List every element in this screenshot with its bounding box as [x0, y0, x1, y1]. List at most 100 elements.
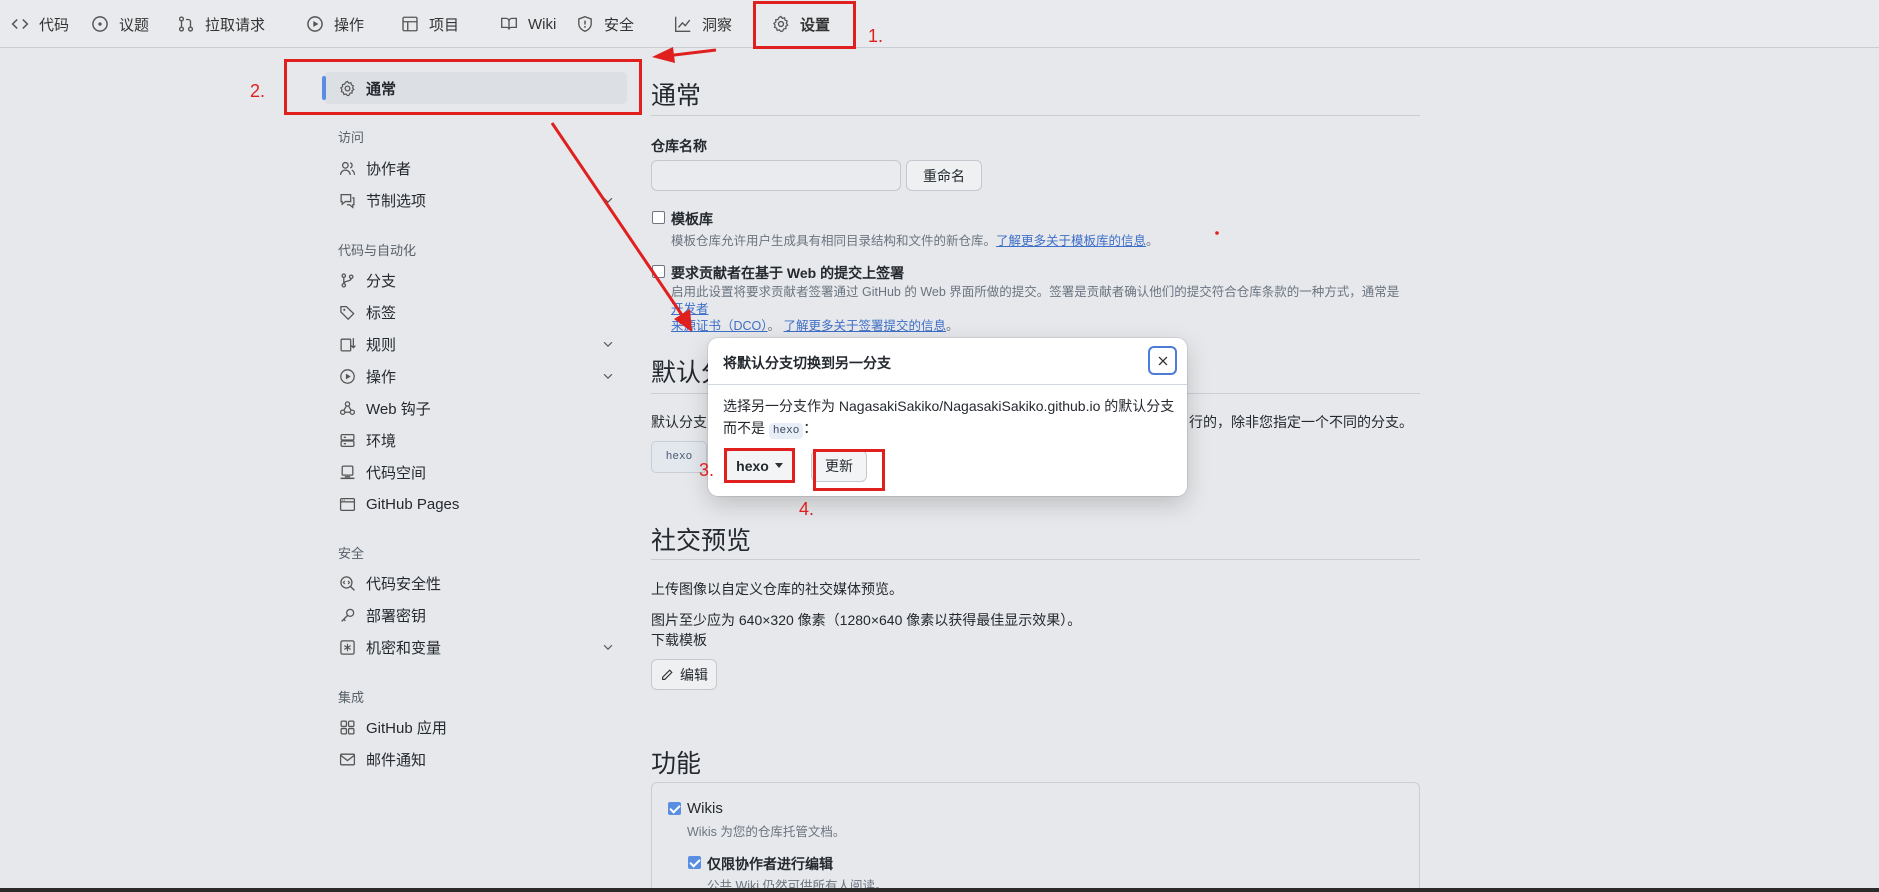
wikis-desc: Wikis 为您的仓库托管文档。 [687, 825, 846, 839]
tab-insights[interactable]: 洞察 [674, 0, 732, 48]
signoff-learn-more-link[interactable]: 了解更多关于签署提交的信息 [784, 319, 947, 333]
sidebar-item-secrets[interactable]: 机密和变量 [323, 631, 627, 663]
annotation-dot [1215, 231, 1219, 235]
page-title: 通常 [651, 82, 702, 110]
tab-issues-label: 议题 [119, 16, 150, 34]
codescan-icon [340, 575, 355, 591]
sidebar-item-label: 机密和变量 [366, 639, 442, 657]
repo-name-label: 仓库名称 [651, 138, 707, 154]
sidebar-item-tags[interactable]: 标签 [323, 296, 627, 328]
wikis-checkbox[interactable] [668, 802, 681, 815]
key-icon [341, 608, 355, 622]
signoff-desc-text: 启用此设置将要求贡献者签署通过 GitHub 的 Web 界面所做的提交。签署是… [671, 285, 1400, 299]
template-desc-text: 模板仓库允许用户生成具有相同目录结构和文件的新仓库。 [671, 234, 997, 248]
tab-code[interactable]: 代码 [11, 0, 69, 48]
sidebar-item-moderation[interactable]: 节制选项 [323, 184, 627, 216]
edit-button[interactable]: 编辑 [651, 659, 717, 690]
tab-issues[interactable]: 议题 [91, 0, 149, 48]
sidebar-item-email-notifications[interactable]: 邮件通知 [323, 743, 627, 775]
divider [651, 115, 1420, 116]
webhook-icon [339, 400, 356, 415]
signoff-sep: 。 [767, 319, 781, 333]
codespaces-icon [340, 464, 355, 479]
tab-actions[interactable]: 操作 [306, 0, 364, 48]
annotation-label-3: 3. [699, 460, 715, 480]
tab-projects-label: 项目 [429, 16, 460, 34]
sidebar-item-pages[interactable]: GitHub Pages [323, 488, 627, 520]
signoff-desc-tail: 。 [946, 319, 959, 333]
people-icon [339, 161, 356, 175]
tab-wiki[interactable]: Wiki [500, 0, 556, 48]
sidebar-item-actions[interactable]: 操作 [323, 360, 627, 392]
rename-button[interactable]: 重命名 [906, 160, 982, 191]
sidebar-item-collaborators[interactable]: 协作者 [323, 152, 627, 184]
sidebar-item-label: GitHub 应用 [366, 719, 447, 737]
annotation-box-1 [753, 1, 856, 49]
template-label: 模板库 [671, 211, 713, 227]
tab-pull-requests-label: 拉取请求 [205, 16, 266, 34]
sidebar-item-label: 代码安全性 [366, 575, 442, 593]
download-template-link[interactable]: 下载模板 [651, 630, 707, 650]
tab-projects[interactable]: 项目 [401, 0, 459, 48]
close-button[interactable] [1148, 346, 1177, 375]
annotation-label-2: 2. [250, 81, 266, 101]
sidebar-item-label: 部署密钥 [366, 607, 427, 625]
repo-name-input[interactable] [651, 160, 901, 191]
template-checkbox[interactable] [652, 211, 665, 224]
sidebar-item-webhooks[interactable]: Web 钩子 [323, 392, 627, 424]
restrict-editing-checkbox[interactable] [688, 856, 701, 869]
close-icon [1158, 356, 1167, 365]
annotation-box-3 [724, 448, 795, 483]
branch-icon [341, 272, 354, 288]
signoff-checkbox[interactable] [652, 265, 665, 278]
apps-icon [340, 719, 355, 735]
issue-icon [92, 16, 108, 32]
sidebar-item-label: Web 钩子 [366, 400, 431, 418]
tab-pull-requests[interactable]: 拉取请求 [177, 0, 265, 48]
comment-icon [340, 193, 355, 209]
play-icon [307, 16, 323, 32]
template-desc: 模板仓库允许用户生成具有相同目录结构和文件的新仓库。了解更多关于模板库的信息。 [671, 230, 1159, 249]
graph-icon [675, 16, 691, 32]
chevron-down-icon[interactable] [601, 369, 615, 383]
wikis-label: Wikis [687, 800, 723, 817]
dialog-body-end: ： [803, 420, 818, 436]
dco-link[interactable]: 开发者 [671, 302, 709, 316]
dialog-divider [708, 384, 1187, 385]
chevron-down-icon[interactable] [601, 337, 615, 351]
repo-nav: 代码 议题 拉取请求 操作 项目 Wiki 安全 洞察 设置 [0, 0, 1879, 48]
sidebar-item-deploy-keys[interactable]: 部署密钥 [323, 599, 627, 631]
sidebar-item-rules[interactable]: 规则 [323, 328, 627, 360]
signoff-label: 要求贡献者在基于 Web 的提交上签署 [671, 265, 905, 281]
chevron-down-icon[interactable] [601, 640, 615, 654]
annotation-label-4: 4. [799, 499, 815, 519]
dialog-body: 选择另一分支作为 NagasakiSakiko/NagasakiSakiko.g… [723, 395, 1178, 439]
social-preview-title: 社交预览 [651, 527, 752, 555]
dco-link-cont[interactable]: 来源证书（DCO） [671, 319, 768, 333]
sidebar-item-github-apps[interactable]: GitHub 应用 [323, 711, 627, 743]
sidebar-item-branches[interactable]: 分支 [323, 264, 627, 296]
signoff-desc: 启用此设置将要求贡献者签署通过 GitHub 的 Web 界面所做的提交。签署是… [671, 284, 1411, 335]
annotation-arrow-1 [665, 48, 717, 58]
sidebar-item-codespaces[interactable]: 代码空间 [323, 456, 627, 488]
tag-icon [340, 305, 355, 320]
tab-actions-label: 操作 [334, 16, 365, 34]
edit-button-label: 编辑 [680, 666, 708, 683]
annotation-arrowhead-1 [652, 47, 675, 63]
sidebar-heading-access: 访问 [338, 130, 365, 145]
asterisk-icon [340, 639, 355, 655]
sidebar-item-code-security[interactable]: 代码安全性 [323, 567, 627, 599]
tab-code-label: 代码 [39, 16, 70, 34]
sidebar-item-label: GitHub Pages [366, 495, 460, 513]
sidebar-item-label: 节制选项 [366, 192, 427, 210]
default-branch-desc-end: 行的，除非您指定一个不同的分支。 [1189, 414, 1413, 430]
tab-security[interactable]: 安全 [576, 0, 634, 48]
sidebar-heading-integrations: 集成 [338, 690, 365, 705]
server-icon [340, 433, 355, 447]
sidebar-item-label: 标签 [366, 304, 397, 322]
template-learn-more-link[interactable]: 了解更多关于模板库的信息 [996, 234, 1146, 248]
sidebar-item-environments[interactable]: 环境 [323, 424, 627, 456]
sidebar-item-label: 环境 [366, 432, 397, 450]
chevron-down-icon[interactable] [601, 193, 615, 207]
sidebar-heading-security: 安全 [338, 546, 365, 561]
